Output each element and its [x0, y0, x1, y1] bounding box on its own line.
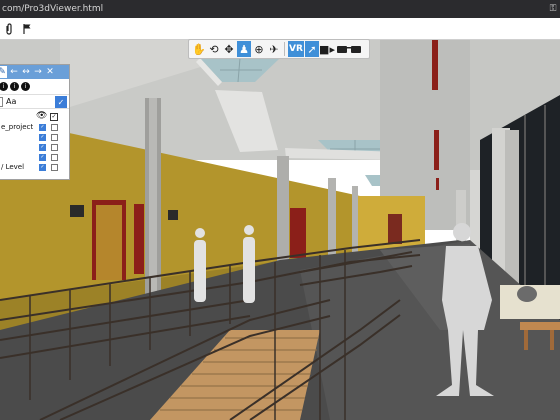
layer-row[interactable]: ✓	[0, 133, 69, 143]
toolbar-divider	[284, 42, 285, 56]
info-circle-icon-1[interactable]: i	[0, 82, 8, 91]
viewer-window: { "browser": { "url": "com/Pro3dViewer.h…	[0, 0, 560, 420]
wall-sign	[70, 205, 84, 217]
visibility-checkbox[interactable]: ✓	[39, 154, 46, 161]
close-icon[interactable]: ✕	[45, 66, 55, 78]
layer-row[interactable]: / Level ✓	[0, 163, 69, 173]
select-checkbox[interactable]	[51, 154, 58, 161]
info-circle-icon-2[interactable]: i	[10, 82, 19, 91]
arrow-left-icon[interactable]: ←	[9, 66, 19, 78]
flag-icon[interactable]	[20, 22, 34, 36]
layer-row[interactable]: ✓	[0, 143, 69, 153]
pointer-icon[interactable]: ➚	[305, 41, 319, 57]
look-around-icon[interactable]: ⊕	[252, 41, 266, 57]
video-camera-icon[interactable]: ■▸	[319, 41, 335, 57]
visibility-checkbox[interactable]: ✓	[39, 144, 46, 151]
layer-row[interactable]: e_project ✓	[0, 123, 69, 133]
walk-bell-icon[interactable]: ♟	[237, 41, 251, 57]
info-circle-icon-3[interactable]: i	[21, 82, 30, 91]
hand-pan-icon[interactable]: ✋	[192, 41, 206, 57]
font-field[interactable]	[0, 96, 3, 107]
font-row: Aa ✓	[0, 95, 69, 109]
paperclip-icon[interactable]	[2, 22, 16, 36]
visibility-checkbox[interactable]: ✓	[39, 134, 46, 141]
select-checkbox[interactable]	[51, 164, 58, 171]
font-label: Aa	[6, 97, 17, 106]
layer-row[interactable]: ✓	[0, 153, 69, 163]
page-toolbar	[0, 18, 560, 40]
arrow-right-icon[interactable]: →	[33, 66, 43, 78]
expand-horizontal-icon[interactable]: ↔	[21, 66, 31, 78]
url-text[interactable]: com/Pro3dViewer.html	[2, 4, 546, 14]
layer-label: e_project	[1, 123, 34, 131]
navigation-toolbar: ✋ ⟲ ✥ ♟ ⊕ ✈ VR ➚ ■▸	[188, 39, 370, 59]
layer-label: / Level	[1, 163, 25, 171]
glasses-icon[interactable]	[335, 41, 363, 57]
info-icons-row: i i i	[0, 79, 69, 95]
select-checkbox[interactable]	[51, 144, 58, 151]
panel-header: ✎ ← ↔ → ✕	[0, 65, 69, 79]
edit-icon[interactable]: ✎	[0, 66, 7, 78]
visibility-checkbox[interactable]: ✓	[39, 164, 46, 171]
layers-panel: ✎ ← ↔ → ✕ i i i Aa ✓ 👁 ✓ e_project ✓ ✓	[0, 64, 70, 180]
key-icon[interactable]: ⚿	[546, 4, 560, 14]
select-all-checkbox[interactable]: ✓	[50, 113, 58, 121]
move-arrows-icon[interactable]: ✥	[222, 41, 236, 57]
fly-icon[interactable]: ✈	[267, 41, 281, 57]
far-door	[388, 214, 402, 244]
visibility-checkbox[interactable]: ✓	[39, 124, 46, 131]
3d-viewport[interactable]	[0, 40, 560, 420]
address-bar[interactable]: com/Pro3dViewer.html ⚿	[0, 0, 560, 18]
eye-icon[interactable]: 👁	[36, 111, 47, 121]
select-checkbox[interactable]	[51, 134, 58, 141]
orbit-icon[interactable]: ⟲	[207, 41, 221, 57]
font-checkbox[interactable]: ✓	[55, 96, 67, 108]
red-pipe	[432, 40, 438, 90]
select-checkbox[interactable]	[51, 124, 58, 131]
layer-columns-header: 👁 ✓	[0, 111, 69, 123]
vr-button[interactable]: VR	[288, 41, 304, 57]
scene-render[interactable]	[0, 40, 560, 420]
